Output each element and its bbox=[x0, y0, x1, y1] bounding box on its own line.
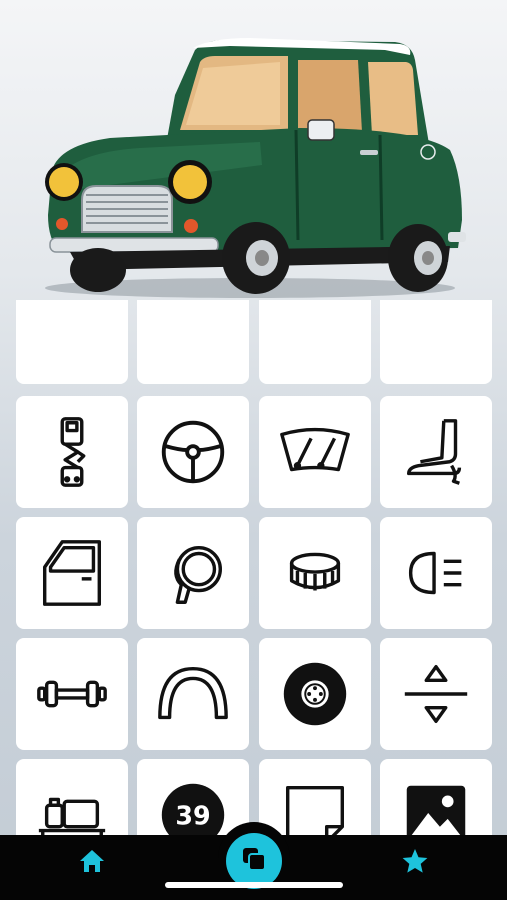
part-tile[interactable] bbox=[259, 300, 371, 384]
part-tile-roof-rack[interactable] bbox=[16, 759, 128, 835]
part-tile-mirror[interactable] bbox=[137, 517, 249, 629]
steering-wheel-icon bbox=[154, 413, 232, 491]
part-tile-suspension-height[interactable] bbox=[380, 638, 492, 750]
image-icon bbox=[397, 776, 475, 835]
part-tile[interactable] bbox=[137, 300, 249, 384]
part-tile-steering-wheel[interactable] bbox=[137, 396, 249, 508]
seatbelt-icon bbox=[33, 413, 111, 491]
part-tile-axle[interactable] bbox=[16, 638, 128, 750]
part-tile-sticker[interactable] bbox=[259, 759, 371, 835]
home-icon bbox=[79, 848, 105, 879]
suspension-height-icon bbox=[397, 655, 475, 733]
part-tile-fog-light[interactable] bbox=[380, 517, 492, 629]
axle-icon bbox=[33, 655, 111, 733]
racing-number-icon: 39 bbox=[154, 776, 232, 835]
star-icon bbox=[401, 847, 429, 880]
seat-icon bbox=[397, 413, 475, 491]
part-tile-racing-number[interactable]: 39 bbox=[137, 759, 249, 835]
gallery-tab[interactable] bbox=[226, 833, 282, 889]
part-tile-windshield[interactable] bbox=[259, 396, 371, 508]
roof-rack-luggage-icon bbox=[33, 776, 111, 835]
part-tile-fuel-cap[interactable] bbox=[259, 517, 371, 629]
wheel-arch-icon bbox=[154, 655, 232, 733]
fog-light-icon bbox=[397, 534, 475, 612]
door-icon bbox=[33, 534, 111, 612]
gallery-icon bbox=[240, 845, 268, 878]
home-tab[interactable] bbox=[72, 843, 112, 883]
part-tile-seat[interactable] bbox=[380, 396, 492, 508]
racing-number-text: 39 bbox=[175, 801, 210, 831]
parts-grid: 39 bbox=[0, 300, 507, 835]
fuel-cap-icon bbox=[276, 534, 354, 612]
home-indicator bbox=[165, 882, 343, 888]
sticker-icon bbox=[276, 776, 354, 835]
part-tile[interactable] bbox=[16, 300, 128, 384]
tire-icon bbox=[276, 655, 354, 733]
part-tile-door[interactable] bbox=[16, 517, 128, 629]
part-tile-wheel-arch[interactable] bbox=[137, 638, 249, 750]
part-tile-seatbelt[interactable] bbox=[16, 396, 128, 508]
part-tile-image[interactable] bbox=[380, 759, 492, 835]
part-tile-tire[interactable] bbox=[259, 638, 371, 750]
windshield-wiper-icon bbox=[276, 413, 354, 491]
side-mirror-icon bbox=[154, 534, 232, 612]
part-tile[interactable] bbox=[380, 300, 492, 384]
favorites-tab[interactable] bbox=[395, 843, 435, 883]
